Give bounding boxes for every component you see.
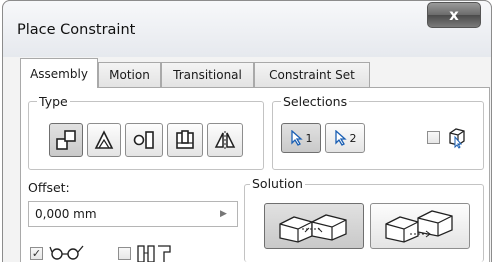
tab-assembly[interactable]: Assembly	[20, 58, 98, 88]
cursor-select-icon	[290, 130, 303, 146]
tangent-constraint-button[interactable]	[125, 123, 163, 157]
mate-solution-icon	[279, 214, 347, 243]
tab-constraint-set[interactable]: Constraint Set	[254, 62, 370, 87]
insert-constraint-button[interactable]	[167, 123, 203, 157]
offset-label: Offset:	[28, 180, 70, 195]
selection-number: 1	[305, 131, 313, 145]
tab-label: Constraint Set	[269, 68, 355, 82]
tab-label: Motion	[109, 68, 150, 82]
offset-input[interactable]: 0,000 mm	[28, 201, 238, 227]
symmetry-constraint-button[interactable]	[207, 123, 243, 157]
solution-group-label: Solution	[250, 176, 305, 191]
close-button[interactable]: x	[427, 2, 481, 28]
selection-1-button[interactable]: 1	[281, 123, 321, 153]
tab-transitional[interactable]: Transitional	[161, 62, 254, 87]
selection-2-button[interactable]: 2	[325, 123, 365, 153]
flush-solution-button[interactable]	[370, 203, 470, 249]
offset-dropdown-arrow-icon[interactable]: ▶	[220, 209, 227, 219]
tab-motion[interactable]: Motion	[98, 62, 161, 87]
tab-label: Transitional	[173, 68, 242, 82]
insert-constraint-icon	[176, 130, 194, 149]
predict-offset-checkbox[interactable]	[118, 247, 131, 260]
tab-label: Assembly	[30, 66, 88, 81]
predict-offset-icon	[136, 243, 172, 262]
offset-value: 0,000 mm	[35, 207, 97, 221]
type-group-label: Type	[37, 94, 70, 109]
selections-group-label: Selections	[281, 94, 350, 109]
pick-part-first-checkbox[interactable]	[427, 131, 440, 144]
selection-number: 2	[349, 131, 357, 145]
close-icon: x	[449, 6, 459, 24]
tangent-constraint-icon	[133, 131, 154, 149]
dialog-title: Place Constraint	[17, 22, 136, 38]
mate-solution-button[interactable]	[264, 203, 364, 249]
mate-constraint-icon	[56, 130, 76, 150]
flush-solution-icon	[385, 210, 453, 243]
angle-constraint-button[interactable]	[87, 123, 121, 157]
symmetry-constraint-icon	[214, 131, 236, 149]
show-preview-icon	[49, 243, 85, 261]
pick-part-first-icon	[447, 127, 467, 149]
show-preview-checkbox[interactable]: ✓	[30, 247, 43, 260]
mate-constraint-button[interactable]	[49, 123, 83, 157]
cursor-select-icon	[334, 130, 347, 146]
angle-constraint-icon	[94, 130, 114, 149]
